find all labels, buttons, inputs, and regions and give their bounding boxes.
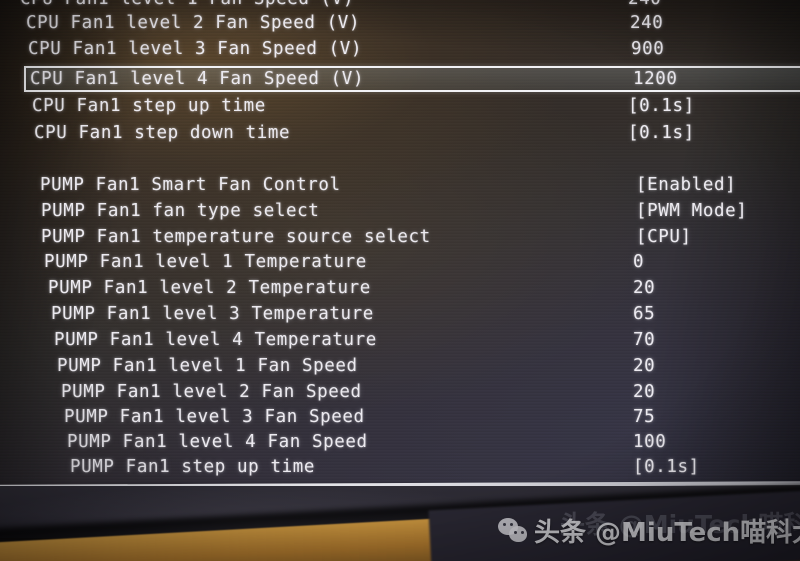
bios-setting-label: CPU Fan1 level 3 Fan Speed (V) <box>28 39 363 59</box>
bios-setting-value[interactable]: 65 <box>633 303 655 326</box>
bios-setting-label: PUMP Fan1 fan type select <box>41 201 320 221</box>
bios-setting-row[interactable]: PUMP Fan1 step up time [0.1s] <box>70 456 800 479</box>
bios-setting-value[interactable]: 75 <box>633 406 655 429</box>
bios-setting-row[interactable]: PUMP Fan1 level 1 Fan Speed 20 <box>57 355 800 378</box>
bios-setting-row[interactable]: CPU Fan1 level 3 Fan Speed (V) 900 <box>28 38 800 61</box>
bios-setting-value[interactable]: [Enabled] <box>636 174 736 197</box>
bios-setting-row-selected[interactable]: CPU Fan1 level 4 Fan Speed (V) 1200 <box>24 66 800 92</box>
bios-setting-value[interactable]: 900 <box>631 38 664 61</box>
bios-setting-label: PUMP Fan1 level 1 Temperature <box>44 252 367 272</box>
bios-setting-label: CPU Fan1 level 1 Fan Speed (V) <box>20 0 354 11</box>
bios-setting-label: CPU Fan1 step down time <box>34 123 291 143</box>
bios-setting-row[interactable]: PUMP Fan1 level 2 Temperature 20 <box>48 277 800 300</box>
bios-setting-row[interactable]: CPU Fan1 level 1 Fan Speed (V) 240 <box>20 0 800 11</box>
bios-setting-value[interactable]: 20 <box>633 355 655 378</box>
bios-setting-value[interactable]: 20 <box>633 277 655 300</box>
bios-setting-value[interactable]: [CPU] <box>636 226 692 249</box>
bios-setting-value[interactable]: 70 <box>633 329 655 352</box>
bios-setting-label: PUMP Fan1 level 1 Fan Speed <box>57 356 358 376</box>
bios-setting-label: PUMP Fan1 level 4 Temperature <box>54 330 377 350</box>
bios-setting-row[interactable]: PUMP Fan1 level 3 Temperature 65 <box>51 303 800 326</box>
bios-setting-value[interactable]: 240 <box>630 12 663 35</box>
bios-setting-label: PUMP Fan1 level 4 Fan Speed <box>67 432 368 452</box>
bios-setting-label: PUMP Fan1 level 2 Temperature <box>48 278 371 298</box>
bios-setting-row[interactable]: CPU Fan1 level 2 Fan Speed (V) 240 <box>26 12 800 35</box>
bios-setting-row[interactable]: PUMP Fan1 level 2 Fan Speed 20 <box>61 381 800 404</box>
bios-fan-control-photo: CPU Fan1 level 1 Fan Speed (V)240CPU Fan… <box>0 0 800 561</box>
bios-setting-value[interactable]: 0 <box>633 251 644 274</box>
bios-setting-value[interactable]: [0.1s] <box>628 122 695 145</box>
bios-setting-row[interactable]: PUMP Fan1 level 3 Fan Speed 75 <box>64 406 800 429</box>
bios-setting-label: CPU Fan1 level 4 Fan Speed (V) <box>30 69 365 89</box>
bios-setting-value[interactable]: 1200 <box>633 68 678 90</box>
bios-setting-row[interactable]: PUMP Fan1 fan type select [PWM Mode] <box>41 200 800 223</box>
bios-setting-row[interactable]: PUMP Fan1 level 1 Temperature 0 <box>44 251 800 274</box>
bios-setting-label: PUMP Fan1 level 2 Fan Speed <box>61 382 362 402</box>
bios-settings-list[interactable]: CPU Fan1 level 1 Fan Speed (V)240CPU Fan… <box>0 0 800 486</box>
bios-setting-value[interactable]: 100 <box>633 431 666 454</box>
bios-setting-value[interactable]: 240 <box>628 0 661 11</box>
bios-setting-label: PUMP Fan1 step up time <box>70 457 315 477</box>
bios-setting-value[interactable]: [0.1s] <box>628 95 695 118</box>
bios-setting-value[interactable]: [PWM Mode] <box>636 200 747 223</box>
bios-setting-row[interactable]: PUMP Fan1 temperature source select [CPU] <box>41 226 800 249</box>
bios-setting-row[interactable]: PUMP Fan1 level 4 Temperature 70 <box>54 329 800 352</box>
bios-setting-row[interactable]: CPU Fan1 step up time [0.1s] <box>32 95 800 118</box>
bios-setting-row[interactable]: CPU Fan1 step down time [0.1s] <box>34 122 800 145</box>
bios-setting-label: CPU Fan1 level 2 Fan Speed (V) <box>26 13 361 33</box>
bios-setting-row[interactable]: PUMP Fan1 Smart Fan Control [Enabled] <box>40 174 800 197</box>
bios-setting-label: PUMP Fan1 Smart Fan Control <box>40 175 341 195</box>
bios-setting-row[interactable]: PUMP Fan1 level 4 Fan Speed 100 <box>67 431 800 454</box>
bios-setting-value[interactable]: 20 <box>633 381 655 404</box>
bios-setting-label: PUMP Fan1 level 3 Fan Speed <box>64 407 365 427</box>
bios-setting-label: PUMP Fan1 level 3 Temperature <box>51 304 374 324</box>
bios-setting-value[interactable]: [0.1s] <box>633 456 700 479</box>
bios-setting-label: PUMP Fan1 temperature source select <box>41 227 431 247</box>
bios-setting-label: CPU Fan1 step up time <box>32 96 266 116</box>
